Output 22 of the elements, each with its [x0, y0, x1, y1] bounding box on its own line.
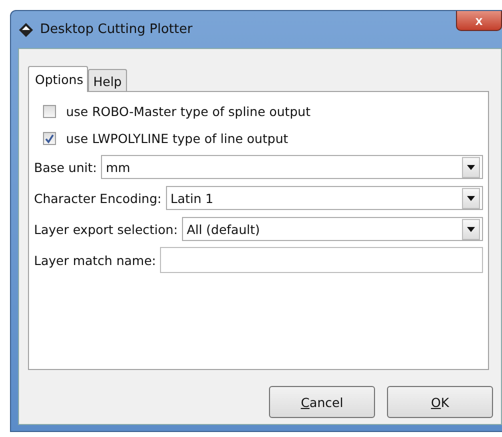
dialog-button[interactable]: Cancel — [269, 386, 375, 418]
caret-icon — [467, 226, 475, 232]
dropdown[interactable]: Latin 1 — [166, 186, 483, 210]
dropdown[interactable]: mm — [100, 155, 483, 179]
checkbox[interactable] — [43, 132, 56, 144]
input-field[interactable] — [160, 247, 483, 273]
checkbox-label: use ROBO-Master type of spline output — [66, 104, 310, 118]
close-button[interactable]: x — [456, 11, 502, 31]
field-label: Layer match name: — [34, 252, 156, 268]
checkbox-label: use LWPOLYLINE type of line output — [66, 130, 288, 146]
caret-icon — [467, 196, 475, 200]
field-label: Character Encoding: — [34, 190, 162, 206]
dropdown[interactable]: All (default) — [182, 217, 483, 241]
checkbox[interactable] — [43, 104, 56, 118]
field-label: Base unit: — [34, 160, 97, 174]
caret-icon — [467, 164, 475, 170]
app-icon — [18, 22, 34, 38]
dialog-button[interactable]: OK — [387, 386, 493, 418]
field-label: Layer export selection: — [34, 222, 178, 236]
window-title: Desktop Cutting Plotter — [40, 22, 192, 37]
tab[interactable]: Help — [88, 69, 127, 91]
tab[interactable]: Options — [28, 66, 88, 92]
